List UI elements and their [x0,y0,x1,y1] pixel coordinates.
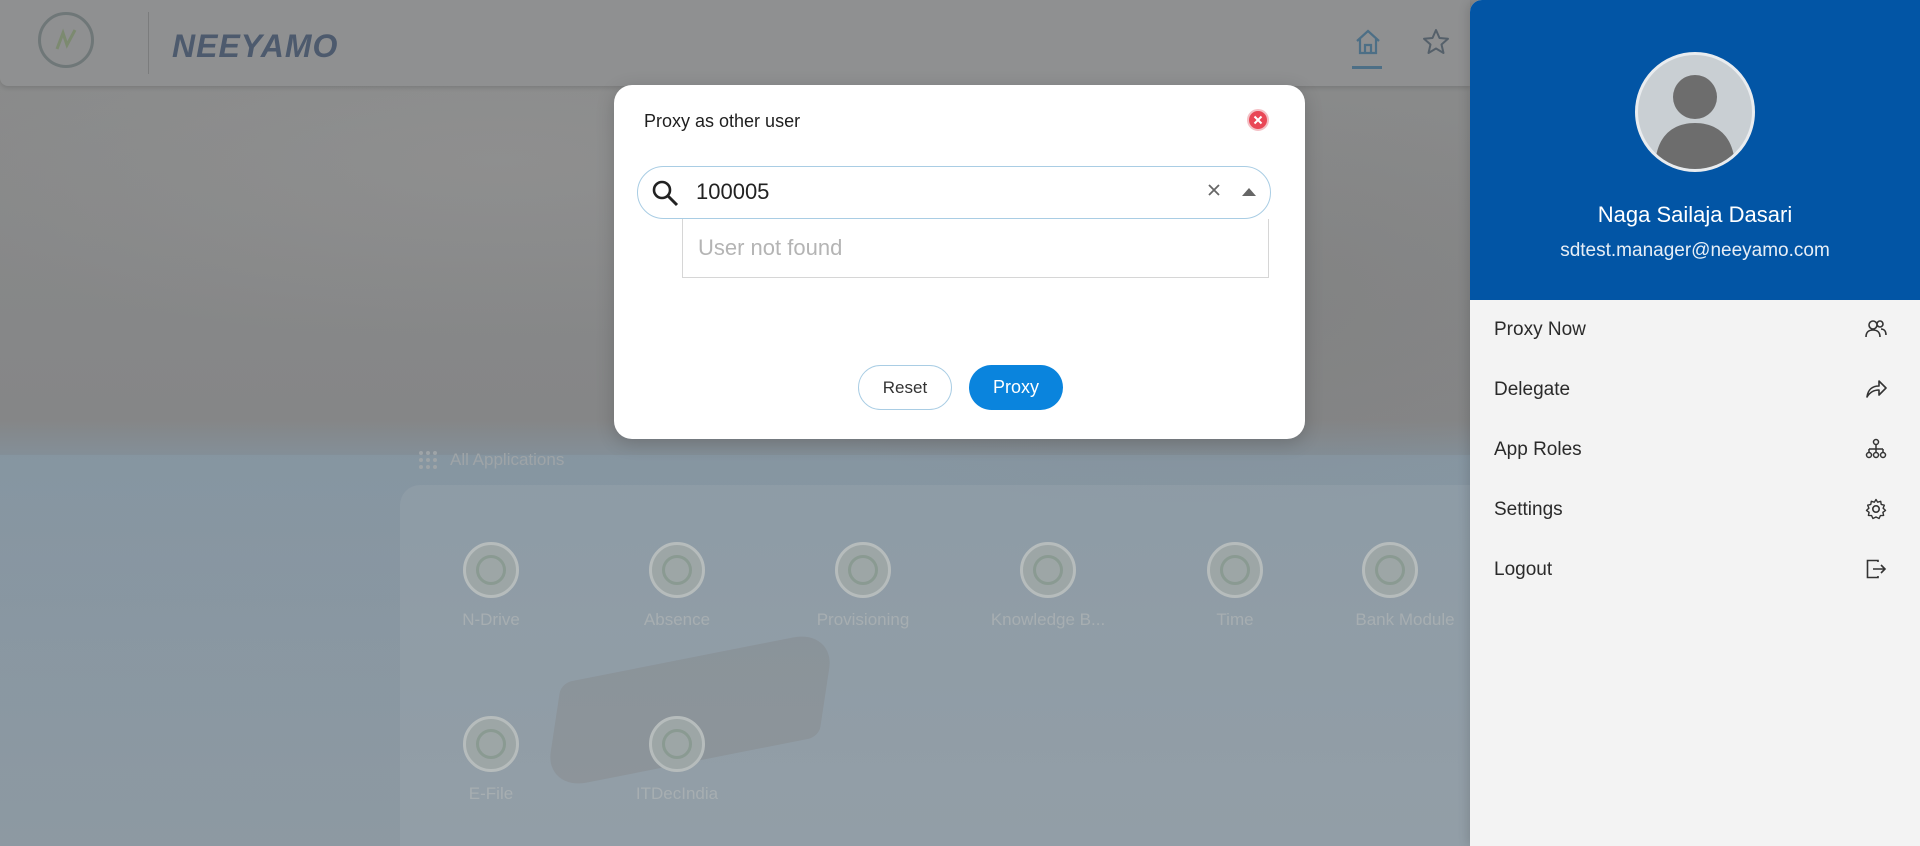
app-label: ITDecIndia [635,784,719,803]
app-icon [1020,542,1076,598]
app-icon [649,716,705,772]
menu-item-proxy-now[interactable]: Proxy Now [1470,300,1920,360]
app-icon [463,716,519,772]
apps-grid-icon [419,451,437,469]
menu-item-settings[interactable]: Settings [1470,480,1920,540]
user-name: Naga Sailaja Dasari [1597,202,1793,227]
hierarchy-icon [1865,438,1887,459]
menu-item-label: Logout [1494,559,1553,580]
app-tile-itdecindia[interactable]: ITDecIndia [597,716,757,804]
app-tile-knowledge-base[interactable]: Knowledge B... [968,542,1128,630]
app-icon [649,542,705,598]
proxy-dialog: Proxy as other user User not found Reset… [614,85,1305,439]
app-label: E-File [468,784,514,803]
caret-up-icon[interactable] [1241,187,1257,197]
search-icon [652,180,679,207]
user-search-box [637,166,1271,219]
logo-icon[interactable] [38,12,94,68]
logout-icon [1866,559,1887,579]
menu-item-label: Delegate [1494,379,1571,400]
app-tile-n-drive[interactable]: N-Drive [411,542,571,630]
menu-item-app-roles[interactable]: App Roles [1470,420,1920,480]
profile-panel: Naga Sailaja Dasari sdtest.manager@neeya… [1470,0,1920,846]
home-icon[interactable] [1352,26,1384,58]
profile-menu: Proxy Now Delegate App Roles Settings Lo… [1470,300,1920,600]
user-search-input[interactable] [696,175,1136,209]
app-label: Time [1216,610,1254,629]
menu-item-delegate[interactable]: Delegate [1470,360,1920,420]
menu-item-logout[interactable]: Logout [1470,540,1920,600]
star-icon[interactable] [1420,26,1452,58]
app-icon [463,542,519,598]
brand-logo[interactable]: NEEYAMO [172,28,338,65]
app-label: Provisioning [816,610,910,629]
bank-icon [1362,542,1418,598]
all-applications-label: All Applications [450,450,565,469]
gear-icon [1865,498,1887,520]
users-icon [1865,320,1887,338]
app-icon [1207,542,1263,598]
user-silhouette-icon [1655,75,1735,169]
proxy-button[interactable]: Proxy [969,365,1063,410]
app-tile-absence[interactable]: Absence [597,542,757,630]
app-label: N-Drive [462,610,520,629]
app-label: Knowledge B... [990,610,1106,629]
app-tile-time[interactable]: Time [1155,542,1315,630]
user-email: sdtest.manager@neeyamo.com [1560,240,1830,261]
clear-icon[interactable] [1206,182,1222,198]
app-label: Bank Module [1355,610,1455,629]
share-arrow-icon [1866,380,1887,398]
app-icon [835,542,891,598]
profile-header: Naga Sailaja Dasari sdtest.manager@neeya… [1470,0,1920,300]
dialog-title: Proxy as other user [644,111,801,131]
app-tile-e-file[interactable]: E-File [411,716,571,804]
close-icon[interactable] [1247,109,1269,131]
menu-item-label: Proxy Now [1494,319,1586,340]
header-divider [148,12,149,74]
no-results-message: User not found [698,235,843,260]
menu-item-label: Settings [1494,499,1563,520]
search-results-dropdown: User not found [682,219,1269,278]
app-label: Absence [643,610,711,629]
top-header: NEEYAMO [0,0,1470,86]
app-tile-bank-module[interactable]: Bank Module [1340,542,1470,630]
home-active-indicator [1352,66,1382,69]
reset-button[interactable]: Reset [858,365,952,410]
app-tile-provisioning[interactable]: Provisioning [783,542,943,630]
all-applications-heading: All Applications [418,448,564,472]
menu-item-label: App Roles [1494,439,1582,460]
avatar[interactable] [1635,52,1755,172]
